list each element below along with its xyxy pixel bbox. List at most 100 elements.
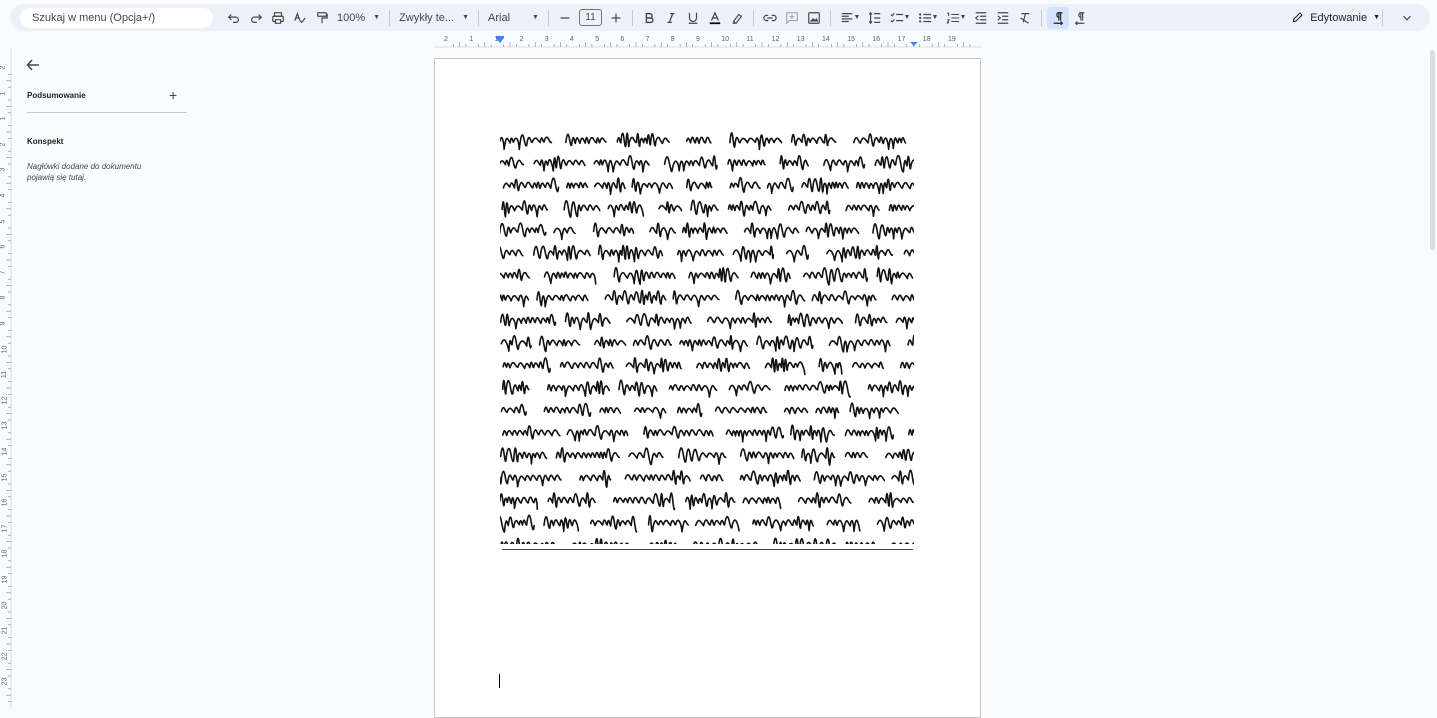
collapse-menus-button[interactable] <box>1396 7 1418 29</box>
search-menu-placeholder: Szukaj w menu (Opcja+/) <box>32 11 156 24</box>
ruler-label: 8 <box>670 36 675 43</box>
ruler-label: 15 <box>847 36 855 43</box>
ruler-label: 20 <box>1 601 9 609</box>
summary-heading: Podsumowanie <box>27 91 86 100</box>
bold-icon <box>645 12 654 23</box>
toolbar-divider <box>478 9 480 26</box>
handwritten-text-image[interactable] <box>500 123 914 544</box>
toolbar-divider <box>547 9 549 26</box>
search-menu-input[interactable]: Szukaj w menu (Opcja+/) <box>20 7 213 28</box>
ltr-paragraph-icon <box>1053 11 1064 25</box>
font-size-input[interactable]: 11 <box>578 9 602 26</box>
font-value: Arial <box>488 11 511 24</box>
add-summary-button[interactable]: + <box>169 88 177 102</box>
ruler-label: 3 <box>0 167 7 172</box>
text-color-button[interactable] <box>704 7 726 29</box>
style-dropdown[interactable]: Zwykły te... ▼ <box>395 12 473 24</box>
ruler-label: 12 <box>771 36 780 43</box>
ruler-label: 1 <box>469 36 474 43</box>
toolbar-divider <box>1382 9 1383 26</box>
toolbar-divider <box>389 9 391 26</box>
font-dropdown[interactable]: Arial ▼ <box>484 12 543 24</box>
decrease-indent-button[interactable] <box>970 7 992 29</box>
undo-button[interactable] <box>223 7 245 29</box>
ruler-label: 15 <box>1 473 9 481</box>
increase-indent-button[interactable] <box>992 7 1014 29</box>
print-button[interactable] <box>267 7 289 29</box>
print-icon <box>272 11 284 24</box>
ruler-label: 17 <box>1 524 9 533</box>
ruler-label: 1 <box>0 91 7 96</box>
decrease-font-size-button[interactable] <box>554 7 576 29</box>
rtl-paragraph-icon <box>1074 11 1085 25</box>
back-arrow-button[interactable] <box>25 57 41 73</box>
insert-image-button[interactable] <box>803 7 825 29</box>
add-comment-icon <box>786 11 798 25</box>
numbered-list-dropdown[interactable]: ▼ <box>942 7 970 29</box>
line-spacing-button[interactable] <box>864 7 886 29</box>
plus-icon: + <box>169 87 178 103</box>
document-page[interactable] <box>434 58 981 718</box>
ruler-label: 6 <box>620 36 625 43</box>
clear-formatting-icon <box>1020 12 1030 24</box>
ruler-label: 2 <box>519 36 524 43</box>
paint-format-button[interactable] <box>311 7 333 29</box>
italic-button[interactable] <box>660 7 682 29</box>
ruler-label: 19 <box>948 36 956 43</box>
panel-divider <box>27 112 187 113</box>
ruler-label: 1 <box>494 36 499 43</box>
outline-heading: Konspekt <box>27 137 64 146</box>
ruler-label: 19 <box>1 575 9 584</box>
align-dropdown[interactable]: ▼ <box>836 7 864 29</box>
ruler-label: 5 <box>0 219 7 224</box>
horizontal-line <box>502 549 913 550</box>
chevron-down-icon: ▼ <box>853 14 861 21</box>
increase-indent-icon <box>997 11 1009 24</box>
numbered-list-icon <box>945 12 959 23</box>
increase-font-size-button[interactable] <box>605 7 627 29</box>
ruler-label: 11 <box>746 36 754 43</box>
checklist-dropdown[interactable]: ▼ <box>886 7 914 29</box>
horizontal-ruler-labels: 2 1 1 2 3 4 5 6 7 8 9 10 11 12 13 14 15 16 17 18 19 <box>435 36 981 48</box>
toolbar: Szukaj w menu (Opcja+/) 100% ▼ Zwykły te… <box>10 4 1430 31</box>
ruler-label: 14 <box>1 447 9 456</box>
ruler-label: 18 <box>1 549 9 558</box>
zoom-dropdown[interactable]: 100% ▼ <box>333 12 384 24</box>
editing-mode-dropdown[interactable]: Edytowanie ▼ <box>1291 11 1380 24</box>
bold-button[interactable] <box>638 7 660 29</box>
plus-icon <box>611 13 621 22</box>
editing-mode-label: Edytowanie <box>1310 11 1368 24</box>
clear-formatting-button[interactable] <box>1014 7 1036 29</box>
ruler-label: 2 <box>444 36 448 43</box>
paint-format-icon <box>317 11 328 23</box>
add-comment-button[interactable] <box>781 7 803 29</box>
ruler-label: 18 <box>922 36 931 43</box>
chevron-down-icon: ▼ <box>959 14 967 21</box>
ruler-label: 17 <box>897 36 906 43</box>
align-left-icon <box>841 12 852 22</box>
chevron-down-icon: ▼ <box>931 14 939 21</box>
text-color-icon <box>709 10 721 24</box>
toolbar-divider <box>829 9 831 26</box>
ruler-label: 16 <box>1 498 9 507</box>
underline-button[interactable] <box>682 7 704 29</box>
pencil-icon <box>1292 12 1303 23</box>
highlight-color-button[interactable] <box>726 7 748 29</box>
ruler-label: 4 <box>0 193 7 198</box>
redo-button[interactable] <box>245 7 267 29</box>
rtl-text-button[interactable] <box>1069 7 1091 29</box>
ltr-text-button[interactable] <box>1046 6 1069 29</box>
undo-icon <box>227 13 239 23</box>
image-icon <box>808 11 820 24</box>
ruler-label: 9 <box>696 36 700 43</box>
toolbar-divider <box>1040 9 1042 26</box>
spellcheck-button[interactable] <box>289 7 311 29</box>
ruler-label: 12 <box>1 396 9 405</box>
ruler-label: 2 <box>0 65 7 70</box>
vertical-scrollbar[interactable] <box>1430 50 1435 250</box>
ruler-label: 21 <box>1 626 9 635</box>
chevron-down-icon: ▼ <box>462 14 470 21</box>
ruler-label: 13 <box>796 36 805 43</box>
bulleted-list-dropdown[interactable]: ▼ <box>914 7 942 29</box>
insert-link-button[interactable] <box>759 7 781 29</box>
